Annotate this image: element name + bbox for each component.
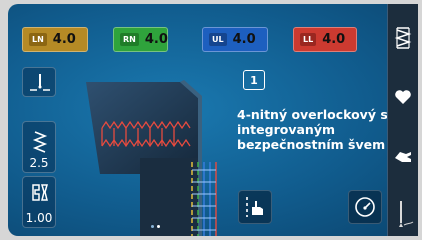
stitch-number: 1 <box>243 70 265 90</box>
overlock-stitch-button[interactable] <box>388 18 418 58</box>
speed-button[interactable] <box>348 190 382 224</box>
overlock-stitch-icon <box>394 27 412 49</box>
tension-ll-value: 4.0 <box>322 32 346 47</box>
tension-ll-code: LL <box>300 33 317 46</box>
differential-feed-button[interactable]: 1.00 <box>22 176 56 228</box>
tension-ln-code: LN <box>29 33 47 46</box>
tension-rn-value: 4.0 <box>144 32 168 47</box>
pagination-dots <box>151 225 160 228</box>
page-dot-2[interactable] <box>157 225 160 228</box>
page-dot-1[interactable] <box>151 225 154 228</box>
differential-feed-icon <box>32 184 48 201</box>
tension-ln-value: 4.0 <box>52 32 76 47</box>
tension-ul-value: 4.0 <box>232 32 256 47</box>
tension-ul-button[interactable]: UL 4.0 <box>202 27 268 52</box>
speedometer-icon <box>355 197 375 217</box>
stitch-description: 4-nitný overlockový s integrovaným bezpe… <box>237 107 388 152</box>
stitch-length-value: 2.5 <box>29 156 49 170</box>
hand-guide-button[interactable] <box>238 190 272 224</box>
tension-rn-button[interactable]: RN 4.0 <box>113 27 168 52</box>
stitch-length-button[interactable]: 2.5 <box>22 121 56 173</box>
machine-screen: LN 4.0 RN 4.0 UL 4.0 LL 4.0 2.5 1.00 1 4… <box>8 4 417 236</box>
stitch-length-icon <box>32 131 48 153</box>
right-sidebar <box>387 4 418 236</box>
needle-position-button[interactable] <box>22 67 56 97</box>
differential-feed-value: 1.00 <box>25 211 53 225</box>
hand-icon <box>395 152 411 162</box>
tension-ll-button[interactable]: LL 4.0 <box>293 27 357 52</box>
heart-icon <box>395 90 411 104</box>
needle-position-icon <box>30 74 50 91</box>
stitch-illustration <box>86 80 217 236</box>
needle-icon <box>399 201 414 227</box>
tension-rn-code: RN <box>120 33 139 46</box>
tension-ln-button[interactable]: LN 4.0 <box>22 27 88 52</box>
favorites-button[interactable] <box>388 80 418 114</box>
hand-button[interactable] <box>388 138 418 172</box>
tension-bar: LN 4.0 RN 4.0 UL 4.0 LL 4.0 <box>22 27 357 52</box>
hand-guide-icon <box>246 197 263 217</box>
tension-ul-code: UL <box>209 33 227 46</box>
needle-button[interactable] <box>388 192 418 236</box>
